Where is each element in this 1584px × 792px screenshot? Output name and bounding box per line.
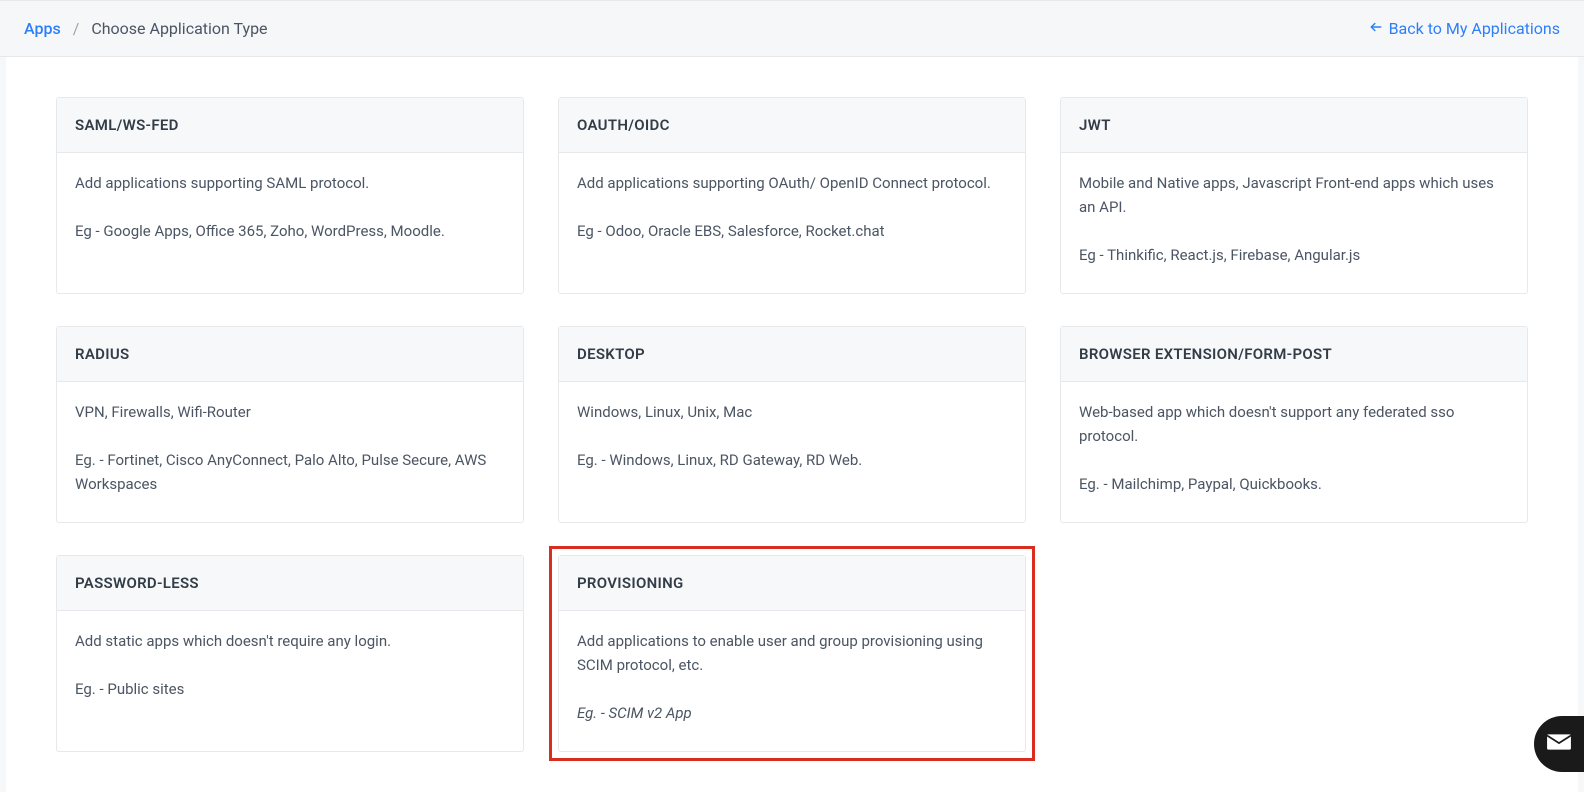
card-password-less[interactable]: PASSWORD-LESS Add static apps which does… xyxy=(56,555,524,752)
content-area: SAML/WS-FED Add applications supporting … xyxy=(6,57,1578,792)
card-body: Web-based app which doesn't support any … xyxy=(1061,382,1527,522)
card-title: JWT xyxy=(1061,98,1527,153)
card-title: PROVISIONING xyxy=(559,556,1025,611)
card-saml-wsfed[interactable]: SAML/WS-FED Add applications supporting … xyxy=(56,97,524,294)
card-title: PASSWORD-LESS xyxy=(57,556,523,611)
card-desc: Add applications supporting OAuth/ OpenI… xyxy=(577,171,1007,195)
card-desc: Add applications supporting SAML protoco… xyxy=(75,171,505,195)
chat-widget-button[interactable] xyxy=(1534,716,1584,772)
back-to-applications-link[interactable]: Back to My Applications xyxy=(1369,19,1560,38)
card-radius[interactable]: RADIUS VPN, Firewalls, Wifi-Router Eg. -… xyxy=(56,326,524,523)
card-title: OAUTH/OIDC xyxy=(559,98,1025,153)
card-desc: Web-based app which doesn't support any … xyxy=(1079,400,1509,448)
card-title: BROWSER EXTENSION/FORM-POST xyxy=(1061,327,1527,382)
card-title: RADIUS xyxy=(57,327,523,382)
breadcrumb-separator: / xyxy=(73,19,80,38)
card-title: DESKTOP xyxy=(559,327,1025,382)
card-example: Eg - Thinkific, React.js, Firebase, Angu… xyxy=(1079,243,1509,267)
card-example: Eg. - Fortinet, Cisco AnyConnect, Palo A… xyxy=(75,448,505,496)
breadcrumb-apps-link[interactable]: Apps xyxy=(24,19,61,38)
card-desktop[interactable]: DESKTOP Windows, Linux, Unix, Mac Eg. - … xyxy=(558,326,1026,523)
card-example: Eg. - SCIM v2 App xyxy=(577,701,1007,725)
card-body: Windows, Linux, Unix, Mac Eg. - Windows,… xyxy=(559,382,1025,522)
card-desc: Add static apps which doesn't require an… xyxy=(75,629,505,653)
card-jwt[interactable]: JWT Mobile and Native apps, Javascript F… xyxy=(1060,97,1528,294)
back-link-label: Back to My Applications xyxy=(1389,19,1560,38)
card-provisioning[interactable]: PROVISIONING Add applications to enable … xyxy=(558,555,1026,752)
card-body: Add applications to enable user and grou… xyxy=(559,611,1025,751)
header-bar: Apps / Choose Application Type Back to M… xyxy=(0,1,1584,57)
card-example: Eg. - Windows, Linux, RD Gateway, RD Web… xyxy=(577,448,1007,472)
card-body: VPN, Firewalls, Wifi-Router Eg. - Fortin… xyxy=(57,382,523,522)
card-example: Eg. - Public sites xyxy=(75,677,505,701)
card-body: Add applications supporting SAML protoco… xyxy=(57,153,523,293)
card-example: Eg - Google Apps, Office 365, Zoho, Word… xyxy=(75,219,505,243)
card-example: Eg. - Mailchimp, Paypal, Quickbooks. xyxy=(1079,472,1509,496)
breadcrumb: Apps / Choose Application Type xyxy=(24,19,268,38)
card-oauth-oidc[interactable]: OAUTH/OIDC Add applications supporting O… xyxy=(558,97,1026,294)
card-title: SAML/WS-FED xyxy=(57,98,523,153)
card-body: Add applications supporting OAuth/ OpenI… xyxy=(559,153,1025,293)
card-example: Eg - Odoo, Oracle EBS, Salesforce, Rocke… xyxy=(577,219,1007,243)
card-desc: Windows, Linux, Unix, Mac xyxy=(577,400,1007,424)
card-browser-extension[interactable]: BROWSER EXTENSION/FORM-POST Web-based ap… xyxy=(1060,326,1528,523)
arrow-left-icon xyxy=(1369,19,1383,38)
card-desc: Add applications to enable user and grou… xyxy=(577,629,1007,677)
card-desc: Mobile and Native apps, Javascript Front… xyxy=(1079,171,1509,219)
page-title: Choose Application Type xyxy=(91,19,267,38)
mail-icon xyxy=(1546,732,1572,756)
card-grid: SAML/WS-FED Add applications supporting … xyxy=(56,97,1528,752)
card-body: Add static apps which doesn't require an… xyxy=(57,611,523,751)
page-wrap: Apps / Choose Application Type Back to M… xyxy=(0,0,1584,792)
card-desc: VPN, Firewalls, Wifi-Router xyxy=(75,400,505,424)
card-body: Mobile and Native apps, Javascript Front… xyxy=(1061,153,1527,293)
